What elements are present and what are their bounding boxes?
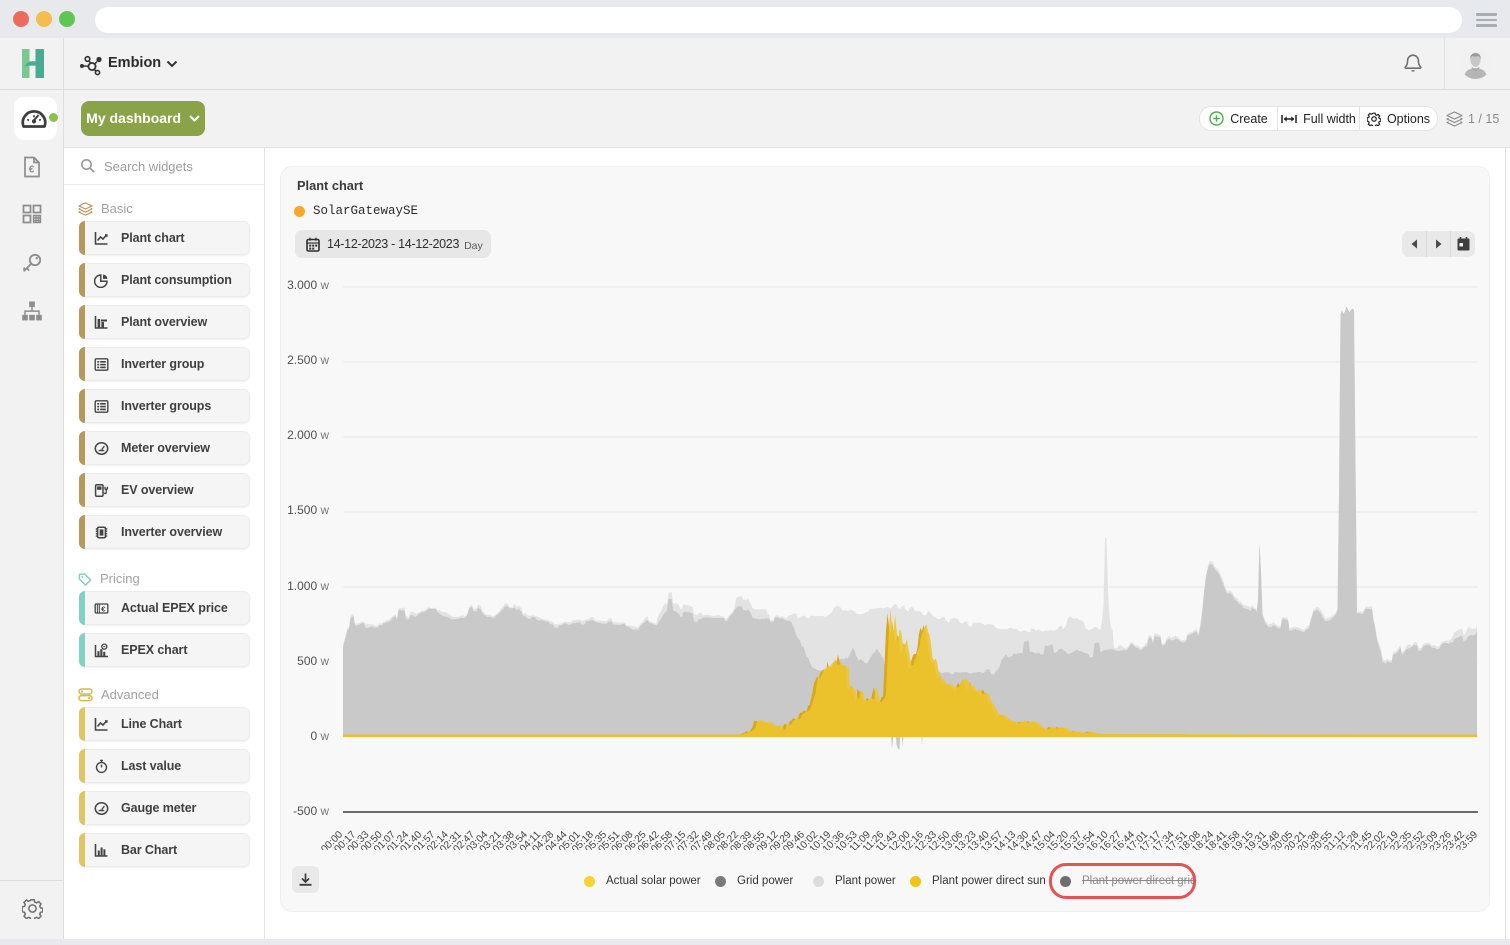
svg-text:€: €: [101, 604, 106, 613]
svg-text:€: €: [29, 165, 35, 176]
